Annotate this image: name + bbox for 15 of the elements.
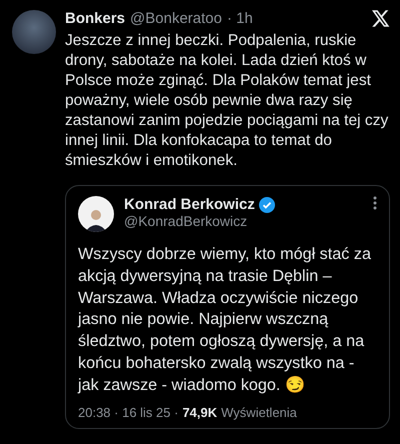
avatar[interactable] (12, 10, 56, 54)
quoted-post-text: Wszyscy dobrze wiemy, kto mógł stać za akcją dywersyjną na trasie Dęblin –Warszawa. Władza oczywiście niczego jasno nie powie. Najpierw wszczną śledztwo, potem ogłoszą dywersję, a na końcu bohatersko zwalą wszystko na - jak zawsze - wiadomo kogo. 😏 (78, 244, 372, 396)
more-options-icon[interactable] (373, 196, 377, 210)
post-text: Jeszcze z innej beczki. Podpalenia, ruskie drony, sabotaże na kolei. Lada dzień ktoś w Polsce może zginąć. Dla Polaków temat jest poważny, wiele osób pewnie dwa razy się zastanowi zanim pojedzie pociągami na tej czy innej linii. Dla konfokacapa to temat do śmieszków i emotikonek. (65, 31, 390, 171)
author-handle[interactable]: @Bonkeratoo (130, 10, 222, 27)
post-time: · 1h (226, 10, 253, 27)
author-handle[interactable]: @KonradBerkowicz (124, 213, 363, 229)
author-name[interactable]: Bonkers (65, 10, 126, 27)
x-logo-icon (372, 10, 390, 27)
post-timestamp: 20:38 · 16 lis 25 · (78, 404, 178, 420)
author-name[interactable]: Konrad Berkowicz (124, 196, 255, 213)
quoted-post-card[interactable] (65, 185, 390, 429)
view-count: 74,9K (182, 404, 218, 420)
views-label: Wyświetlenia (221, 404, 297, 420)
avatar (78, 196, 114, 232)
